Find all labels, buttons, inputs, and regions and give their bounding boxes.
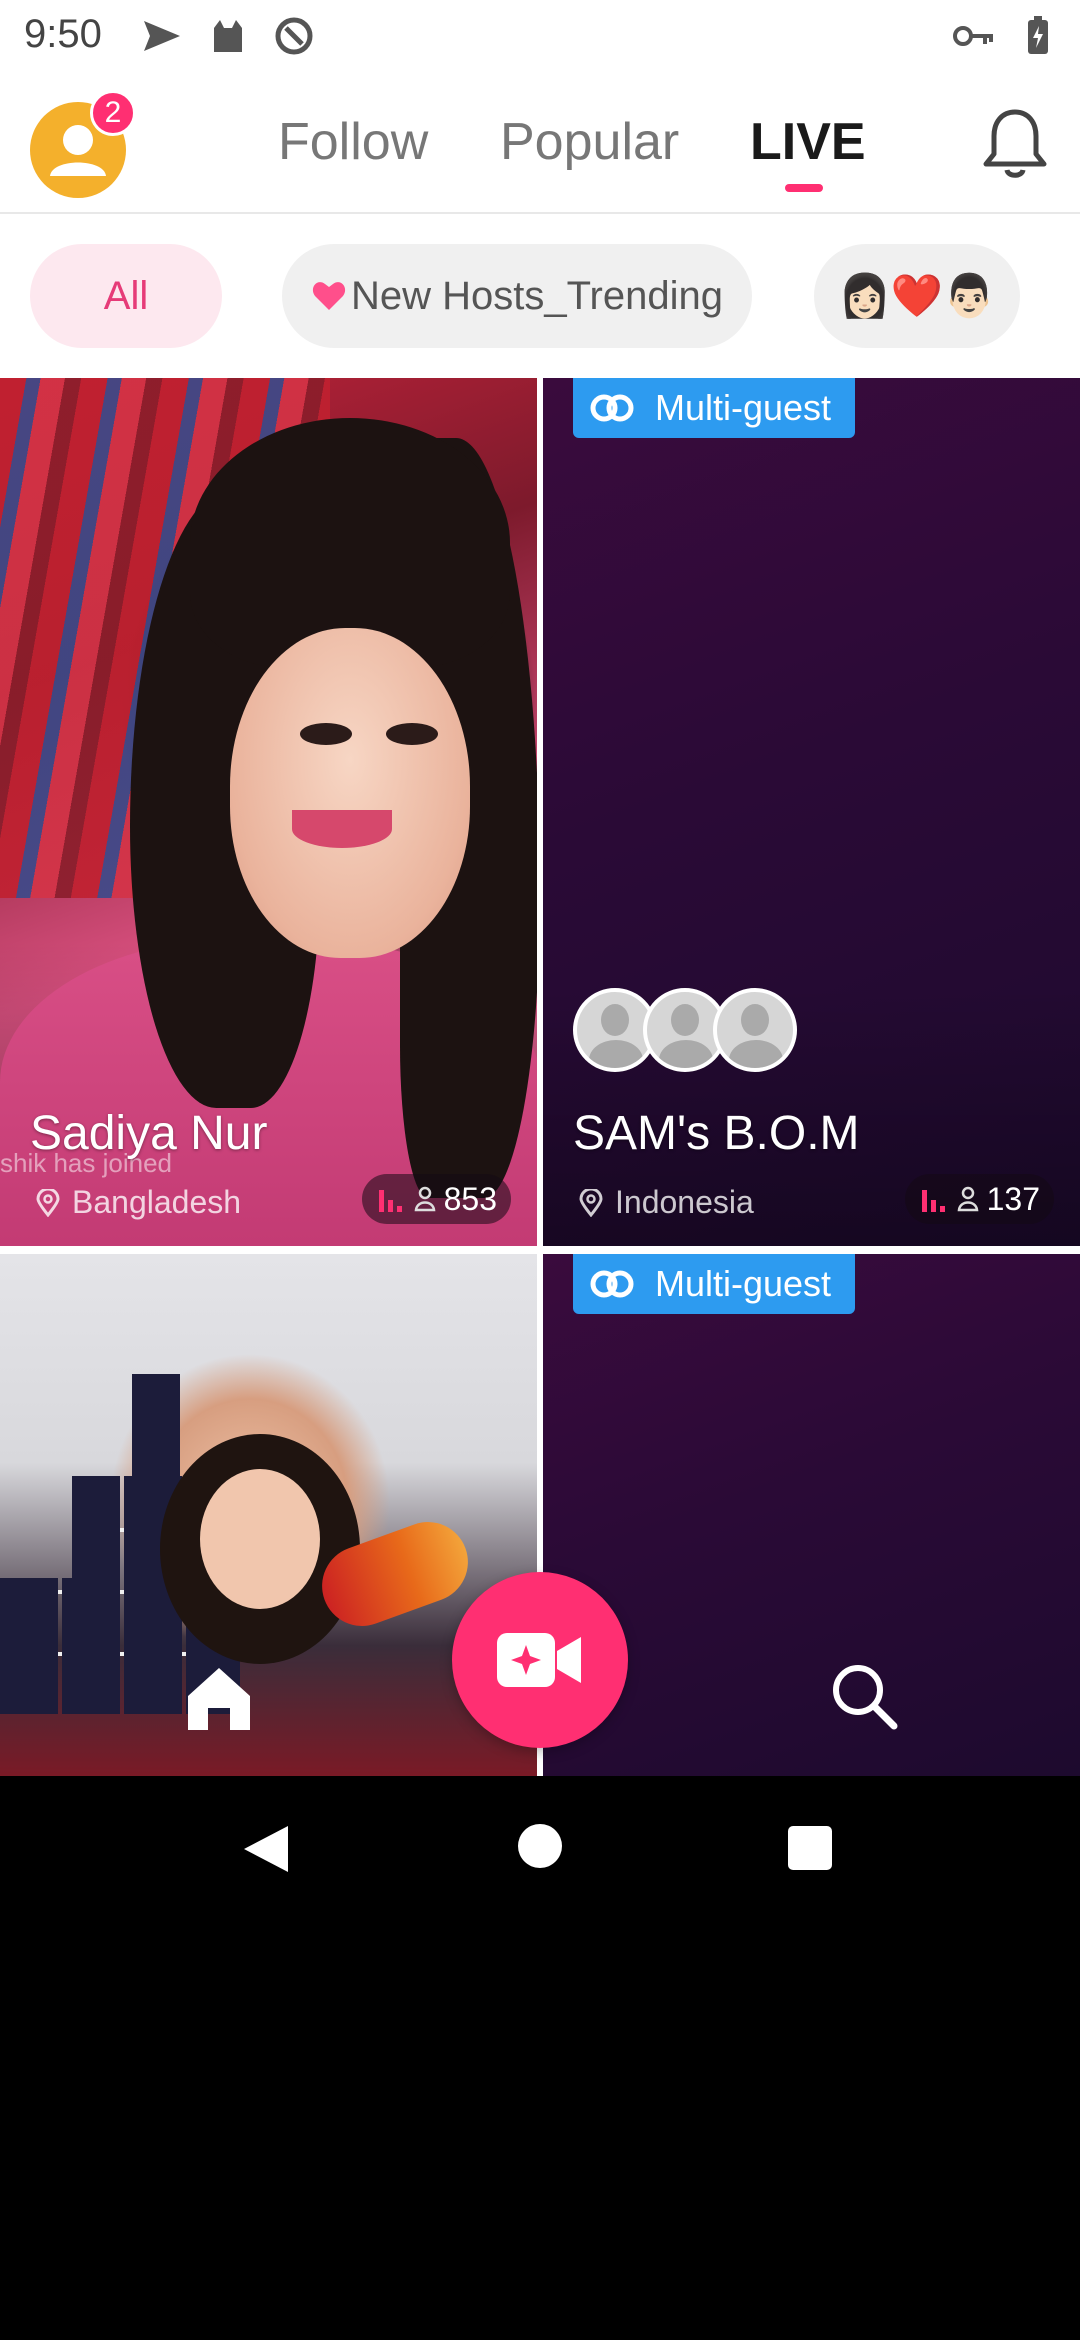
tab-popular[interactable]: Popular bbox=[500, 112, 679, 172]
link-icon bbox=[590, 394, 634, 422]
stream-location: Bangladesh bbox=[36, 1184, 241, 1221]
stream-thumbnail bbox=[543, 1254, 1080, 1776]
heart-icon bbox=[311, 278, 347, 314]
stream-host-name: Sadiya Nur bbox=[30, 1107, 268, 1160]
guest-avatars bbox=[573, 988, 797, 1072]
host-face bbox=[200, 1469, 320, 1609]
status-bar: 9:50 bbox=[0, 0, 1080, 72]
viewer-count: 853 bbox=[361, 1174, 511, 1224]
stream-card[interactable]: Multi-guest bbox=[543, 1254, 1080, 1776]
filter-chip-couple[interactable]: 👩🏻❤️👨🏻 bbox=[814, 244, 1020, 348]
at-sign-icon bbox=[272, 14, 316, 58]
location-label: Indonesia bbox=[615, 1184, 754, 1220]
host-eye bbox=[300, 723, 352, 745]
host-face bbox=[230, 628, 470, 958]
location-pin-icon bbox=[579, 1188, 603, 1217]
multi-guest-badge: Multi-guest bbox=[573, 378, 855, 438]
active-tab-indicator bbox=[785, 184, 823, 192]
tab-live[interactable]: LIVE bbox=[750, 112, 866, 172]
bell-icon[interactable] bbox=[980, 106, 1050, 182]
location-pin-icon bbox=[36, 1188, 60, 1217]
recents-square-icon[interactable] bbox=[788, 1826, 832, 1870]
back-icon[interactable] bbox=[242, 1824, 290, 1874]
tab-follow[interactable]: Follow bbox=[278, 112, 428, 172]
host-lips bbox=[292, 810, 392, 848]
link-icon bbox=[590, 1270, 634, 1298]
status-system-icons bbox=[952, 14, 1060, 58]
go-live-icon bbox=[497, 1633, 581, 1687]
stream-location: Indonesia bbox=[579, 1184, 754, 1221]
person-icon bbox=[414, 1186, 435, 1212]
top-header: 2 Follow Popular LIVE bbox=[0, 72, 1080, 214]
viewer-count-value: 137 bbox=[986, 1180, 1040, 1217]
status-time: 9:50 bbox=[24, 12, 102, 56]
notification-count-badge: 2 bbox=[90, 90, 136, 136]
multi-guest-label: Multi-guest bbox=[655, 387, 832, 428]
filter-chip-new-hosts-trending[interactable]: New Hosts_Trending bbox=[282, 244, 752, 348]
live-bars-icon bbox=[378, 1190, 402, 1212]
key-icon bbox=[952, 14, 996, 58]
stream-host-name: SAM's B.O.M bbox=[573, 1107, 860, 1160]
filter-chip-bar: All New Hosts_Trending 👩🏻❤️👨🏻 bbox=[0, 214, 1080, 378]
go-live-button[interactable] bbox=[452, 1572, 628, 1748]
stream-card[interactable]: Multi-guest SAM's B.O.M Indonesia 137 bbox=[543, 378, 1080, 1246]
stream-card[interactable] bbox=[0, 1254, 537, 1776]
status-notification-icons bbox=[140, 14, 316, 58]
viewer-count-value: 853 bbox=[443, 1180, 497, 1217]
live-bars-icon bbox=[921, 1190, 945, 1212]
filter-chip-label: New Hosts_Trending bbox=[350, 273, 723, 318]
host-eye bbox=[386, 723, 438, 745]
search-icon[interactable] bbox=[828, 1660, 900, 1732]
send-icon bbox=[140, 14, 184, 58]
guest-avatar bbox=[713, 988, 797, 1072]
viewer-count: 137 bbox=[904, 1174, 1054, 1224]
android-navigation-bar bbox=[0, 1776, 1080, 1920]
home-circle-icon[interactable] bbox=[518, 1824, 562, 1868]
filter-chip-all[interactable]: All bbox=[30, 244, 222, 348]
person-icon bbox=[957, 1186, 978, 1212]
battery-charging-icon bbox=[1016, 14, 1060, 58]
multi-guest-badge: Multi-guest bbox=[573, 1254, 855, 1314]
cat-icon bbox=[206, 14, 250, 58]
multi-guest-label: Multi-guest bbox=[655, 1263, 832, 1304]
home-icon[interactable] bbox=[184, 1664, 254, 1732]
location-label: Bangladesh bbox=[72, 1184, 242, 1220]
live-stream-grid: shik has joined Sadiya Nur Bangladesh 85… bbox=[0, 378, 1080, 1776]
stream-card[interactable]: shik has joined Sadiya Nur Bangladesh 85… bbox=[0, 378, 537, 1246]
